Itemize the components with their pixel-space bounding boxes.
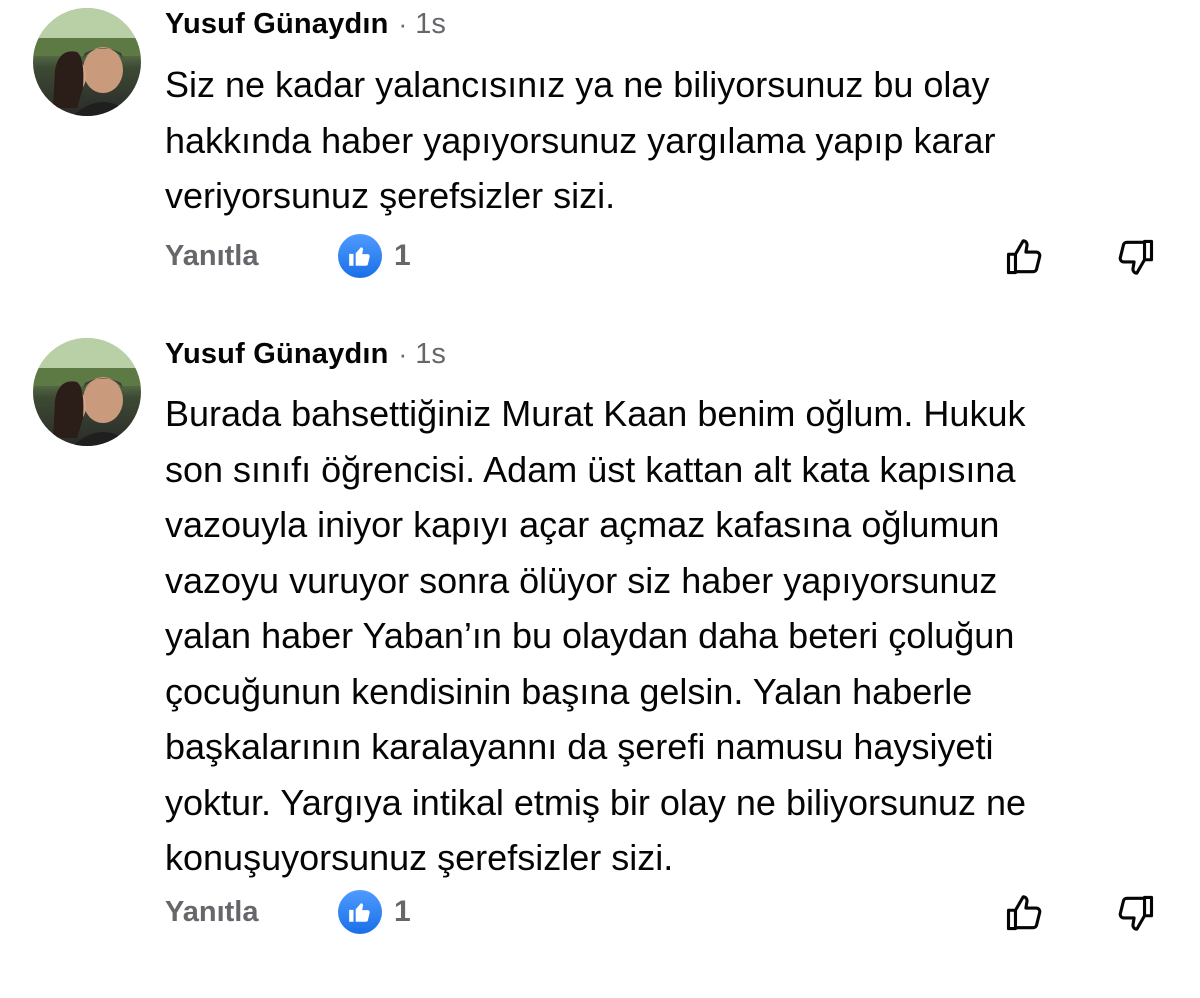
- timestamp[interactable]: 1s: [415, 8, 446, 41]
- like-reaction-icon: [338, 890, 382, 934]
- reaction-summary[interactable]: 1: [338, 890, 411, 934]
- like-reaction-icon: [338, 234, 382, 278]
- thumbs-down-outline-icon: [1118, 239, 1154, 275]
- author-name[interactable]: Yusuf Günaydın: [165, 338, 389, 371]
- upvote-button[interactable]: [998, 886, 1052, 940]
- comment-actions: Yanıtla 1: [0, 230, 1200, 286]
- reaction-count: 1: [394, 239, 411, 272]
- separator: ·: [398, 9, 408, 39]
- comment-text: Burada bahsettiğiniz Murat Kaan benim oğ…: [165, 393, 1027, 878]
- timestamp[interactable]: 1s: [415, 338, 446, 371]
- comment-text: Siz ne kadar yalancısınız ya ne biliyors…: [165, 64, 996, 216]
- thumbs-up-outline-icon: [1006, 895, 1042, 931]
- thumbs-down-outline-icon: [1118, 895, 1154, 931]
- author-name[interactable]: Yusuf Günaydın: [165, 8, 389, 41]
- reaction-summary[interactable]: 1: [338, 234, 411, 278]
- reply-button[interactable]: Yanıtla: [165, 896, 259, 929]
- avatar-photo: [33, 338, 141, 446]
- separator: ·: [398, 339, 408, 369]
- avatar-photo: [33, 8, 141, 116]
- thumbs-up-outline-icon: [1006, 239, 1042, 275]
- avatar[interactable]: [33, 338, 141, 446]
- comment-actions: Yanıtla 1: [0, 886, 1200, 942]
- reply-button[interactable]: Yanıtla: [165, 240, 259, 273]
- upvote-button[interactable]: [998, 230, 1052, 284]
- downvote-button[interactable]: [1108, 886, 1162, 940]
- comment-header: Yusuf Günaydın · 1s: [165, 338, 446, 382]
- comment-header: Yusuf Günaydın · 1s: [165, 8, 446, 52]
- reaction-count: 1: [394, 895, 411, 928]
- downvote-button[interactable]: [1108, 230, 1162, 284]
- avatar[interactable]: [33, 8, 141, 116]
